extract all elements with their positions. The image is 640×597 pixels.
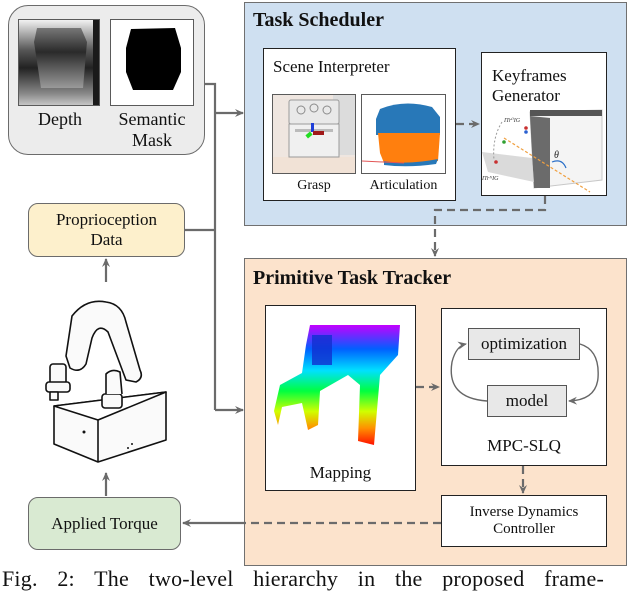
proprioception-line1: Proprioception [55, 210, 158, 230]
articulation-pointcloud-graphic [362, 95, 445, 173]
sensor-to-bus-line [205, 82, 217, 410]
keyframes-title-line1: Keyframes [492, 66, 567, 85]
semantic-mask-label: Semantic Mask [106, 109, 198, 150]
pose-end-label: ITrᴺIG [482, 176, 499, 182]
figure-caption: Fig. 2: The two-level hierarchy in the p… [2, 566, 604, 591]
depth-image [18, 19, 100, 106]
mapping-label: Mapping [309, 463, 372, 482]
inverse-dynamics-line1: Inverse Dynamics [469, 503, 579, 520]
applied-torque-box: Applied Torque [28, 497, 181, 550]
articulation-image [361, 94, 446, 174]
semantic-mask-label-line2: Mask [132, 129, 172, 150]
pose-start-label: ITr⁰IG [503, 117, 521, 124]
model-box: model [487, 385, 567, 417]
semantic-mask-image [110, 19, 194, 106]
inverse-dynamics-line2: Controller [493, 521, 555, 537]
depth-label: Depth [38, 109, 82, 129]
grasp-stove-graphic [273, 95, 355, 173]
depth-image-graphic [19, 20, 99, 105]
grasp-label: Grasp [297, 178, 331, 193]
task-scheduler-title: Task Scheduler [253, 9, 384, 31]
robot-arm-illustration [45, 300, 167, 463]
keyframes-oven-graphic: θ ITr⁰IG ITrᴺIG [482, 109, 603, 193]
optimization-box: optimization [468, 328, 580, 360]
grasp-image [272, 94, 356, 174]
theta-symbol: θ [554, 150, 559, 161]
primitive-task-tracker-title: Primitive Task Tracker [253, 267, 452, 289]
keyframes-title-line2: Generator [492, 86, 560, 106]
proprioception-data-box: Proprioception Data [28, 203, 185, 257]
scene-interpreter-title: Scene Interpreter [273, 57, 390, 76]
mapping-voxel-graphic [274, 325, 400, 445]
semantic-mask-label-line1: Semantic [118, 109, 186, 129]
mpc-slq-label: MPC-SLQ [487, 436, 561, 455]
semantic-mask-graphic [126, 28, 181, 90]
articulation-label: Articulation [369, 178, 438, 193]
proprioception-line2: Data [90, 230, 123, 249]
inverse-dynamics-controller-box: Inverse Dynamics Controller [441, 495, 607, 547]
keyframes-generator-title: Keyframes Generator [492, 66, 567, 107]
